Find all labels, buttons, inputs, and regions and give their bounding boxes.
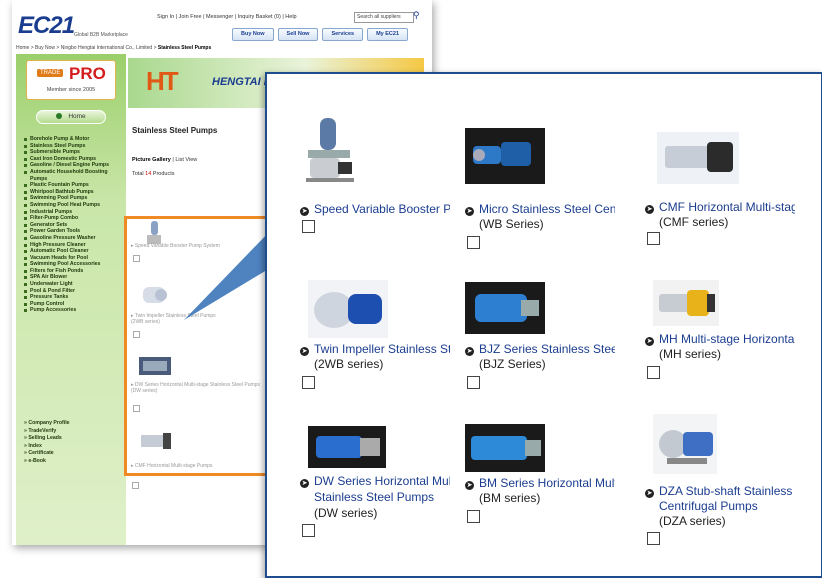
compare-checkbox[interactable] — [647, 532, 660, 545]
product-series: (DW series) — [314, 506, 378, 520]
product-thumb[interactable] — [308, 280, 388, 338]
arrow-bullet-icon: ➤ — [645, 205, 654, 214]
product-title[interactable]: ➤Speed Variable Booster Pump System — [300, 202, 450, 217]
zoomed-product-gallery: ➤Speed Variable Booster Pump System ➤Mic… — [265, 72, 822, 578]
compare-checkbox[interactable] — [302, 524, 315, 537]
product-series: (CMF series) — [659, 215, 729, 229]
compare-checkbox[interactable] — [647, 366, 660, 379]
product-series: (BM series) — [479, 491, 541, 505]
compare-checkbox[interactable] — [467, 510, 480, 523]
product-title[interactable]: ➤DZA Stub-shaft Stainless Steel — [645, 484, 795, 499]
product-title[interactable]: ➤Micro Stainless Steel Centrifugal Pumps — [465, 202, 615, 217]
product-thumb[interactable] — [300, 116, 360, 194]
product-thumb[interactable] — [465, 128, 545, 184]
product-title-line2[interactable]: Centrifugal Pumps — [659, 499, 758, 514]
product-title[interactable]: ➤CMF Horizontal Multi-stage Pumps — [645, 200, 795, 215]
product-series: (WB Series) — [479, 217, 544, 231]
arrow-bullet-icon: ➤ — [645, 489, 654, 498]
product-thumb[interactable] — [465, 424, 545, 472]
product-series: (DZA series) — [659, 514, 726, 528]
compare-checkbox[interactable] — [467, 236, 480, 249]
arrow-bullet-icon: ➤ — [645, 337, 654, 346]
arrow-bullet-icon: ➤ — [465, 347, 474, 356]
product-title[interactable]: ➤DW Series Horizontal Multi-stage — [300, 474, 450, 489]
compare-checkbox[interactable] — [302, 220, 315, 233]
compare-checkbox[interactable] — [302, 376, 315, 389]
product-series: (2WB series) — [314, 357, 384, 371]
product-thumb[interactable] — [653, 414, 717, 474]
product-title[interactable]: ➤BM Series Horizontal Multi-stage Pumps — [465, 476, 615, 491]
arrow-bullet-icon: ➤ — [465, 207, 474, 216]
compare-checkbox[interactable] — [647, 232, 660, 245]
product-title[interactable]: ➤MH Multi-stage Horizontal Pumps — [645, 332, 795, 347]
product-thumb[interactable] — [465, 282, 545, 334]
product-title[interactable]: ➤Twin Impeller Stainless Steel Pumps — [300, 342, 450, 357]
arrow-bullet-icon: ➤ — [300, 347, 309, 356]
product-title[interactable]: ➤BJZ Series Stainless Steel Jet Pumps — [465, 342, 615, 357]
product-series: (MH series) — [659, 347, 721, 361]
arrow-bullet-icon: ➤ — [300, 207, 309, 216]
arrow-bullet-icon: ➤ — [300, 479, 309, 488]
arrow-bullet-icon: ➤ — [465, 481, 474, 490]
product-series: (BJZ Series) — [479, 357, 546, 371]
product-thumb[interactable] — [308, 426, 386, 468]
compare-checkbox[interactable] — [467, 376, 480, 389]
product-thumb[interactable] — [657, 132, 739, 184]
product-thumb[interactable] — [653, 280, 719, 326]
product-title-line2[interactable]: Stainless Steel Pumps — [314, 490, 434, 505]
